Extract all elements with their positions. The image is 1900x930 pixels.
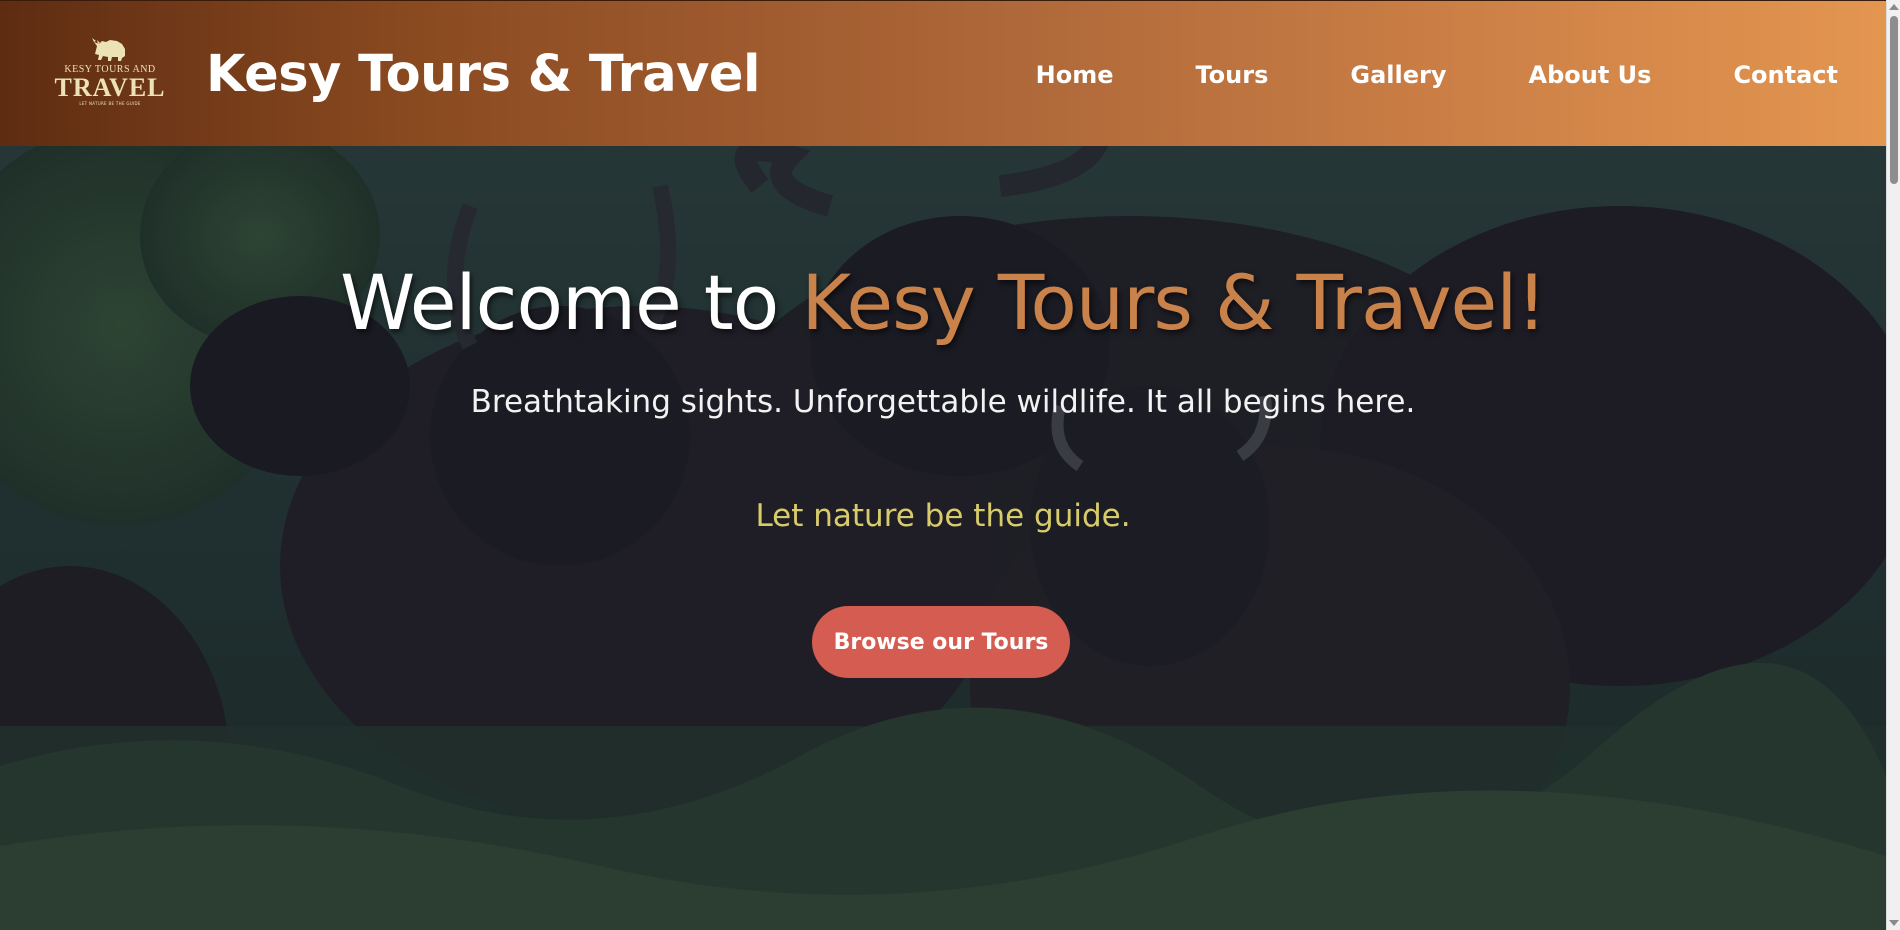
brand-title[interactable]: Kesy Tours & Travel xyxy=(206,45,761,105)
nav-gallery[interactable]: Gallery xyxy=(1350,57,1446,93)
nav-tours[interactable]: Tours xyxy=(1196,57,1269,93)
logo-text-main: TRAVEL xyxy=(54,72,166,102)
rhino-icon xyxy=(92,37,125,61)
main-nav: Home Tours Gallery About Us Contact xyxy=(954,57,1838,93)
logo-tagline: LET NATURE BE THE GUIDE xyxy=(79,100,141,106)
hero-title-accent: Kesy Tours & Travel! xyxy=(801,258,1547,347)
nav-home[interactable]: Home xyxy=(1036,57,1114,93)
hero-subtitle: Breathtaking sights. Unforgettable wildl… xyxy=(470,384,1416,420)
hero-title-prefix: Welcome to xyxy=(340,258,802,347)
page-scrollbar[interactable] xyxy=(1886,0,1900,930)
browse-tours-button[interactable]: Browse our Tours xyxy=(812,606,1070,678)
brand-logo[interactable]: KESY TOURS AND TRAVEL LET NATURE BE THE … xyxy=(55,25,165,117)
scroll-down-arrow-icon[interactable] xyxy=(1889,920,1899,926)
site-header: KESY TOURS AND TRAVEL LET NATURE BE THE … xyxy=(0,0,1886,146)
scrollbar-thumb[interactable] xyxy=(1890,16,1898,184)
page: KESY TOURS AND TRAVEL LET NATURE BE THE … xyxy=(0,0,1900,930)
hero-title: Welcome to Kesy Tours & Travel! xyxy=(0,258,1886,348)
hero-section: Welcome to Kesy Tours & Travel! Breathta… xyxy=(0,146,1886,930)
hero-tagline: Let nature be the guide. xyxy=(755,498,1131,534)
nav-contact[interactable]: Contact xyxy=(1733,57,1838,93)
nav-about-us[interactable]: About Us xyxy=(1529,57,1652,93)
scroll-up-arrow-icon[interactable] xyxy=(1889,4,1899,10)
